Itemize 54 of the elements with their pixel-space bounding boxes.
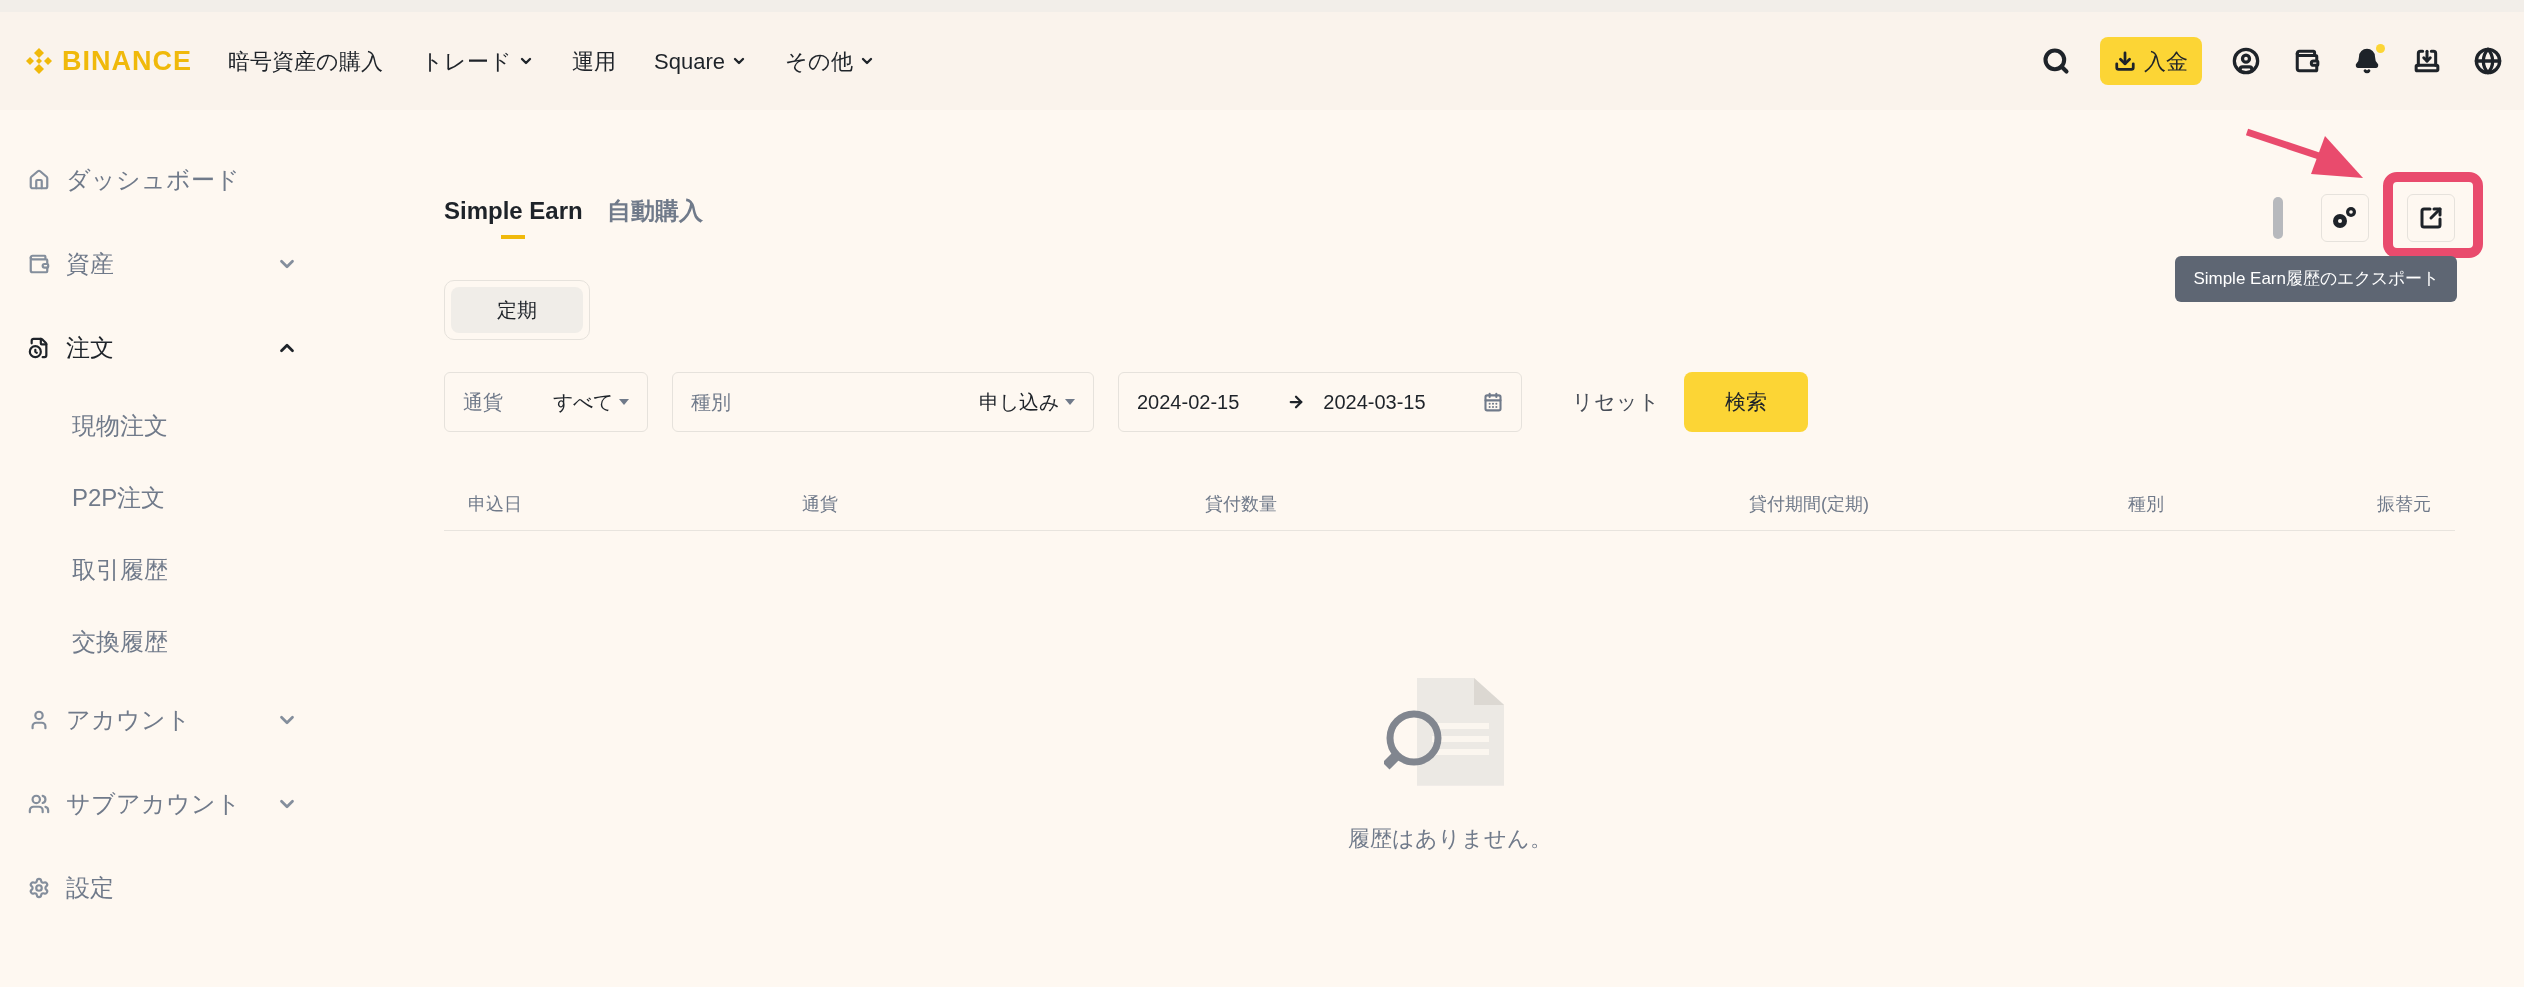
search-button[interactable]: 検索 <box>1684 372 1808 432</box>
nav-link[interactable]: トレード <box>421 44 534 78</box>
tooltip: Simple Earn履歴のエクスポート <box>2175 256 2457 302</box>
logo-icon <box>24 46 54 76</box>
nav-link[interactable]: 暗号資産の購入 <box>228 44 383 78</box>
globe-icon[interactable] <box>2474 47 2502 75</box>
nav-link[interactable]: Square <box>654 44 747 78</box>
deposit-button[interactable]: 入金 <box>2100 37 2202 85</box>
reset-button[interactable]: リセット <box>1572 386 1660 418</box>
sidebar-item[interactable]: ダッシュボード <box>0 138 360 222</box>
sidebar-icon <box>28 169 50 191</box>
date-range-field[interactable]: 2024-02-15 2024-03-15 <box>1118 372 1522 432</box>
grip-handle[interactable] <box>2273 197 2283 239</box>
sidebar-subitem[interactable]: 交換履歴 <box>0 606 360 678</box>
coins-icon <box>2332 206 2358 230</box>
column-header: 種別 <box>2128 492 2165 516</box>
export-button[interactable] <box>2407 194 2455 242</box>
filter-dropdown[interactable]: 種別 申し込み <box>672 372 1094 432</box>
sidebar-subitem[interactable]: P2P注文 <box>0 462 360 534</box>
user-icon[interactable] <box>2232 47 2260 75</box>
download-tray-icon[interactable] <box>2414 48 2440 74</box>
column-header: 振替元 <box>2376 492 2432 516</box>
sidebar-subitem[interactable]: 現物注文 <box>0 390 360 462</box>
column-header: 申込日 <box>467 492 523 516</box>
tab[interactable]: Simple Earn <box>444 197 583 239</box>
coins-button[interactable] <box>2321 194 2369 242</box>
sidebar-item[interactable]: 注文 <box>0 306 360 390</box>
tab[interactable]: 自動購入 <box>606 197 703 239</box>
empty-message: 履歴はありません。 <box>1347 825 1552 853</box>
sidebar-icon <box>28 337 50 359</box>
sidebar-icon <box>28 709 50 731</box>
nav-link[interactable]: その他 <box>784 44 875 78</box>
export-icon <box>2419 206 2443 230</box>
filter-dropdown[interactable]: 通貨 すべて <box>444 372 648 432</box>
column-header: 貸付期間(定期) <box>1749 492 1870 516</box>
sidebar-icon <box>28 793 50 815</box>
calendar-icon <box>1483 392 1503 412</box>
column-header: 通貨 <box>802 492 839 516</box>
sidebar-item[interactable]: 資産 <box>0 222 360 306</box>
sidebar-subitem[interactable]: 取引履歴 <box>0 534 360 606</box>
caret-icon <box>619 399 629 405</box>
download-icon <box>2114 50 2136 72</box>
segment-tab[interactable]: 定期 <box>451 287 583 333</box>
sidebar-item[interactable]: 設定 <box>0 846 360 930</box>
sidebar-icon <box>28 877 50 899</box>
caret-icon <box>1065 399 1075 405</box>
bell-icon[interactable] <box>2354 48 2380 74</box>
nav-link[interactable]: 運用 <box>572 44 616 78</box>
search-icon[interactable] <box>2042 47 2070 75</box>
sidebar-item[interactable]: アカウント <box>0 678 360 762</box>
sidebar-item[interactable]: サブアカウント <box>0 762 360 846</box>
sidebar-icon <box>28 253 50 275</box>
wallet-icon[interactable] <box>2294 48 2320 74</box>
column-header: 貸付数量 <box>1205 492 1278 516</box>
